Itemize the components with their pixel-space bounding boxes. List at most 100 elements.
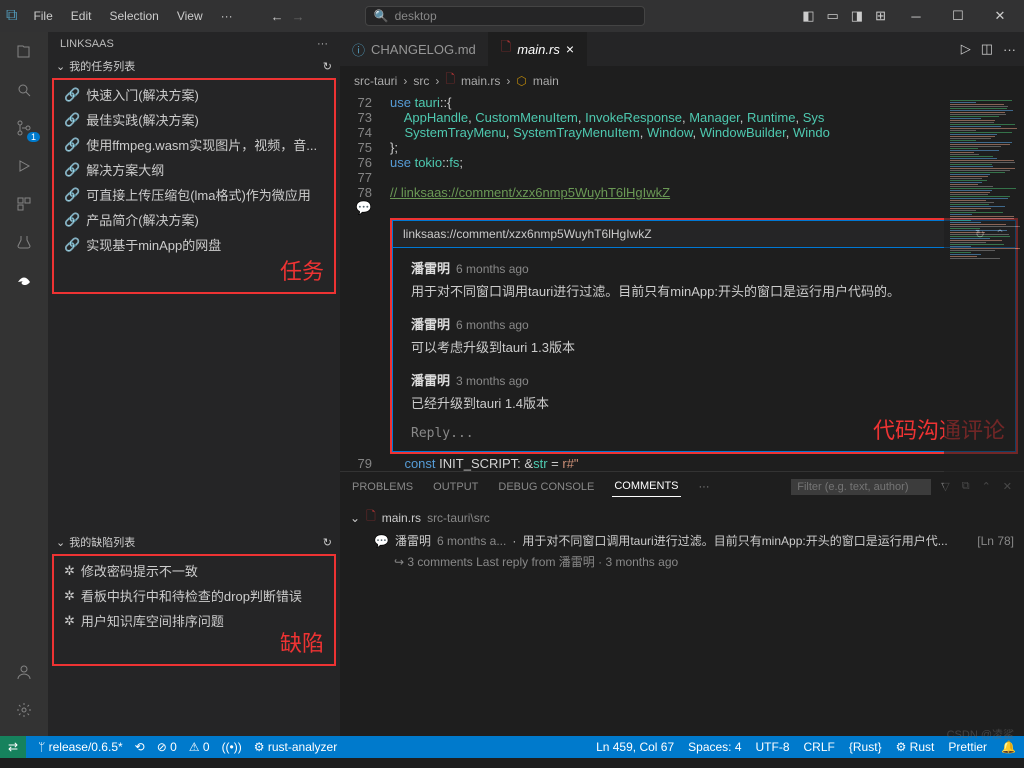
nav-back-icon[interactable]: ← [271,9,284,24]
comment-author: 潘雷明 [411,261,450,276]
panel-tab-problems[interactable]: PROBLEMS [350,477,415,497]
crumb[interactable]: src-tauri [354,74,397,88]
menu-file[interactable]: File [25,5,60,27]
panel-tabs: PROBLEMS OUTPUT DEBUG CONSOLE COMMENTS ·… [340,472,1024,501]
defect-item[interactable]: ✲看板中执行中和待检查的drop判断错误 [54,583,334,608]
extensions-icon[interactable] [12,192,36,216]
title-bar: ⧉ File Edit Selection View ··· ← → 🔍 des… [0,0,1024,32]
sync-icon[interactable]: ⟲ [135,740,145,754]
comment-body: 已经升级到tauri 1.4版本 [411,393,997,412]
comment-summary-row[interactable]: 💬 潘雷明 6 months a... · 用于对不同窗口调用tauri进行过滤… [350,530,1014,551]
customize-icon[interactable]: ⊞ [875,8,886,24]
minimap[interactable]: for(let i=0;i<80;i++)document.write('<di… [944,95,1024,525]
task-label: 最佳实践(解决方案) [86,110,199,129]
status-eol[interactable]: CRLF [804,740,835,754]
task-item[interactable]: 🔗可直接上传压缩包(lma格式)作为微应用 [54,182,334,207]
panel-tab-more[interactable]: ··· [697,477,712,497]
tab-changelog[interactable]: ⓘ CHANGELOG.md [340,32,489,66]
comment-sub-row: ↪ 3 comments Last reply from 潘雷明 · 3 mon… [350,551,1014,572]
task-list: 🔗快速入门(解决方案) 🔗最佳实践(解决方案) 🔗使用ffmpeg.wasm实现… [54,80,334,259]
comments-file-row[interactable]: ⌄ 🗋 main.rs src-tauri\src [350,505,1014,530]
crumb[interactable]: main.rs [461,74,500,88]
breadcrumb[interactable]: src-tauri› src› 🗋main.rs› ⬡main [340,66,1024,95]
menu-selection[interactable]: Selection [101,5,166,27]
md-icon: ⓘ [352,40,365,59]
explorer-icon[interactable] [12,40,36,64]
sidebar-more-icon[interactable]: ··· [317,38,328,50]
more-icon[interactable]: ··· [1003,42,1016,57]
search-icon: 🔍 [374,9,389,23]
comments-filter-input[interactable] [791,479,931,495]
nav-history: ← → [271,9,305,24]
comment-body: 可以考虑升级到tauri 1.3版本 [411,337,997,356]
status-language[interactable]: {Rust} [849,740,882,754]
defects-header[interactable]: ⌄ 我的缺陷列表 ↻ [48,532,340,552]
panel-tab-comments[interactable]: COMMENTS [612,476,680,497]
cube-icon: ⬡ [516,74,526,88]
task-label: 使用ffmpeg.wasm实现图片，视频，音... [86,135,317,154]
chevron-down-icon: ⌄ [350,511,360,525]
comment-time: 6 months ago [456,318,529,332]
status-encoding[interactable]: UTF-8 [756,740,790,754]
status-rust-analyzer[interactable]: ⚙ rust-analyzer [254,740,337,754]
menu-more[interactable]: ··· [213,5,241,27]
debug-icon[interactable] [12,154,36,178]
defect-label: 修改密码提示不一致 [81,561,198,580]
source-control-icon[interactable]: 1 [12,116,36,140]
bug-icon: ✲ [64,563,75,579]
comment-thread-title: linksaas://comment/xzx6nmp5WuyhT6lHgIwkZ [403,227,652,241]
panel-icon[interactable]: ▭ [827,8,839,24]
task-item[interactable]: 🔗产品简介(解决方案) [54,207,334,232]
defects-header-label: 我的缺陷列表 [69,534,135,550]
search-icon[interactable] [12,78,36,102]
code-editor[interactable]: 72use tauri::{ 73 AppHandle, CustomMenuI… [340,95,1024,471]
task-item[interactable]: 🔗解决方案大纲 [54,157,334,182]
maximize-button[interactable]: ☐ [940,2,976,30]
status-errors[interactable]: ⊘ 0 [157,740,177,754]
nav-forward-icon[interactable]: → [292,9,305,24]
remote-indicator[interactable]: ⇄ [0,736,26,758]
refresh-icon[interactable]: ↻ [323,536,332,549]
sidebar-icon[interactable]: ◨ [851,8,863,24]
bug-icon: ✲ [64,588,75,604]
refresh-icon[interactable]: ↻ [323,60,332,73]
crumb[interactable]: src [413,74,429,88]
task-item[interactable]: 🔗使用ffmpeg.wasm实现图片，视频，音... [54,132,334,157]
tab-label: main.rs [517,42,560,57]
settings-icon[interactable] [12,698,36,722]
panel-tab-output[interactable]: OUTPUT [431,477,480,497]
close-button[interactable]: ✕ [982,2,1018,30]
sub-count: 3 comments [407,555,472,569]
tab-label: CHANGELOG.md [371,42,476,57]
comment-body: 用于对不同窗口调用tauri进行过滤。目前只有minApp:开头的窗口是运行用户… [411,281,997,300]
layout-icon[interactable]: ◧ [802,8,814,24]
task-item[interactable]: 🔗最佳实践(解决方案) [54,107,334,132]
git-branch[interactable]: ᛘ release/0.6.5* [38,740,123,754]
panel-tab-debug[interactable]: DEBUG CONSOLE [496,477,596,497]
tasks-header[interactable]: ⌄ 我的任务列表 ↻ [48,56,340,76]
status-spaces[interactable]: Spaces: 4 [688,740,741,754]
account-icon[interactable] [12,660,36,684]
tab-main-rs[interactable]: 🗋 main.rs × [489,32,587,66]
status-prettier[interactable]: Prettier [948,740,987,754]
task-item[interactable]: 🔗快速入门(解决方案) [54,82,334,107]
minimize-button[interactable]: ─ [898,2,934,30]
notifications-icon[interactable]: 🔔 [1001,740,1016,754]
command-center[interactable]: 🔍 desktop [365,6,645,26]
defect-item[interactable]: ✲ 修改密码提示不一致 [54,558,334,583]
link-icon: 🔗 [64,87,80,103]
status-radio[interactable]: ((•)) [222,740,242,754]
status-rust[interactable]: ⚙ Rust [896,740,935,754]
menu-edit[interactable]: Edit [63,5,100,27]
linksaas-icon[interactable] [12,268,36,292]
link-icon: 🔗 [64,237,80,253]
split-icon[interactable]: ◫ [981,41,993,57]
status-warnings[interactable]: ⚠ 0 [189,740,210,754]
run-icon[interactable]: ▷ [961,41,971,57]
comment-icon: 💬 [374,534,389,548]
crumb[interactable]: main [533,74,559,88]
close-tab-icon[interactable]: × [566,41,574,57]
status-position[interactable]: Ln 459, Col 67 [596,740,674,754]
testing-icon[interactable] [12,230,36,254]
menu-view[interactable]: View [169,5,211,27]
